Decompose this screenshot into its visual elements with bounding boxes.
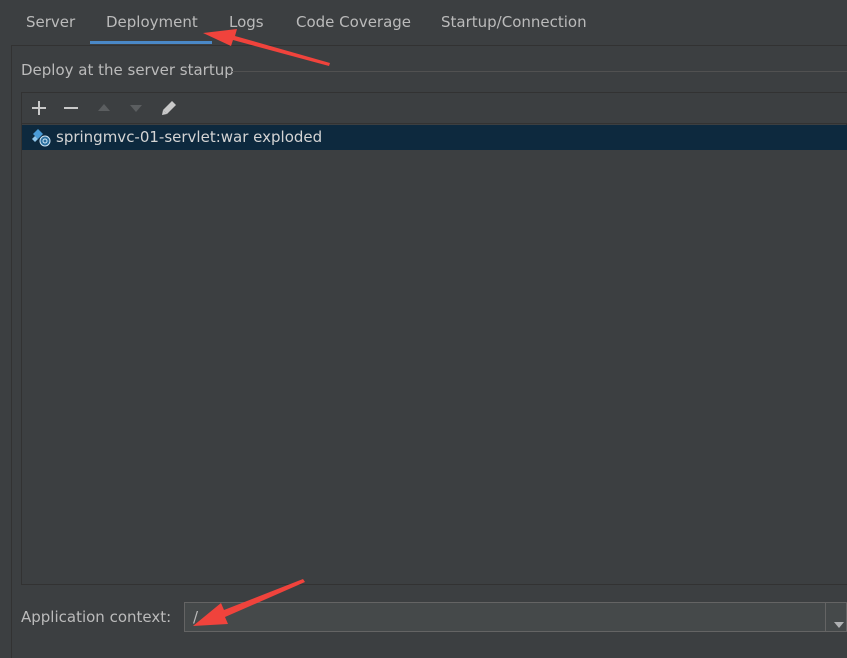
artifact-war-exploded-icon	[32, 128, 52, 148]
application-context-combobox[interactable]: /	[184, 602, 847, 632]
tab-deployment[interactable]: Deployment	[106, 13, 198, 31]
chevron-down-icon[interactable]	[833, 614, 845, 633]
application-context-input[interactable]: /	[193, 608, 198, 626]
tab-startup-connection[interactable]: Startup/Connection	[441, 13, 587, 31]
active-tab-indicator	[90, 41, 212, 44]
tab-logs[interactable]: Logs	[229, 13, 264, 31]
artifact-label: springmvc-01-servlet:war exploded	[56, 128, 323, 146]
run-configuration-panel: Server Deployment Logs Code Coverage Sta…	[0, 0, 847, 658]
arrow-down-icon[interactable]	[122, 93, 150, 123]
deploy-group-title: Deploy at the server startup	[21, 61, 234, 79]
combo-divider	[825, 603, 826, 631]
minus-icon[interactable]	[57, 93, 85, 123]
plus-icon[interactable]	[25, 93, 53, 123]
pencil-icon[interactable]	[155, 93, 183, 123]
deploy-toolbar	[22, 93, 847, 124]
tab-code-coverage[interactable]: Code Coverage	[296, 13, 411, 31]
application-context-label: Application context:	[21, 608, 172, 626]
arrow-up-icon[interactable]	[90, 93, 118, 123]
group-separator	[232, 71, 847, 72]
list-item[interactable]: springmvc-01-servlet:war exploded	[22, 125, 847, 150]
tab-server[interactable]: Server	[26, 13, 75, 31]
list-empty-area	[22, 150, 847, 584]
tab-bar: Server Deployment Logs Code Coverage Sta…	[0, 0, 847, 45]
